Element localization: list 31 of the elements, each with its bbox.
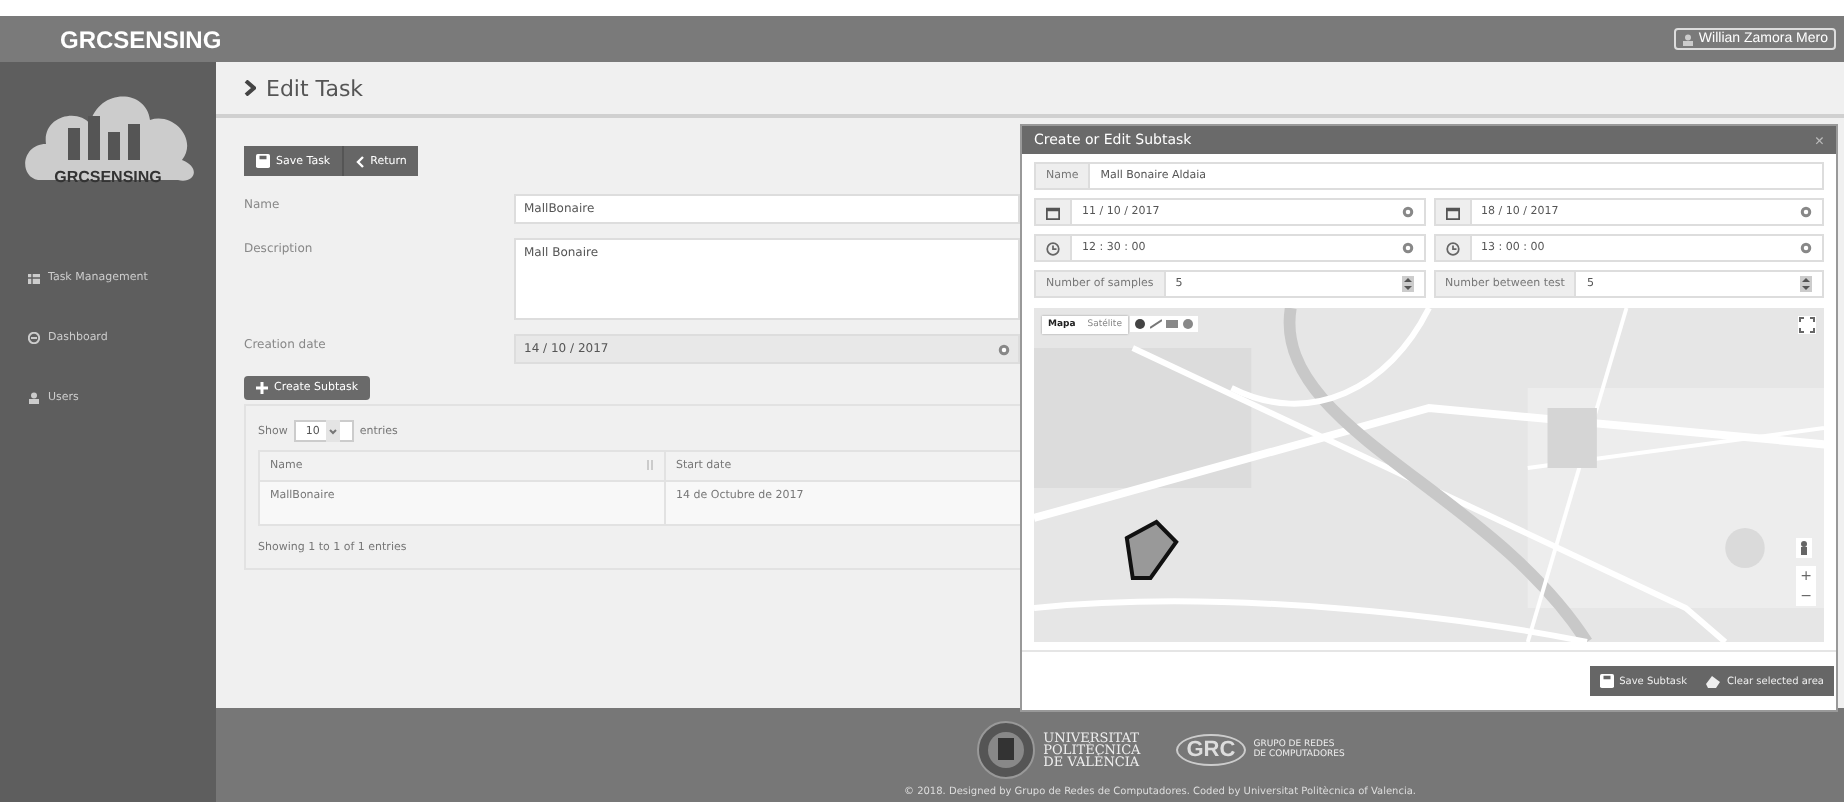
spinner-icon[interactable] bbox=[1800, 276, 1812, 293]
clear-icon[interactable] bbox=[1401, 242, 1413, 255]
caret-icon bbox=[325, 420, 340, 442]
clock-icon bbox=[1445, 241, 1459, 256]
clear-icon[interactable] bbox=[1401, 206, 1413, 219]
calendar-icon bbox=[1046, 205, 1060, 220]
clear-icon[interactable] bbox=[1800, 242, 1812, 255]
sort-icon bbox=[646, 460, 654, 470]
plus-icon bbox=[256, 382, 268, 394]
spinner-icon[interactable] bbox=[1401, 276, 1413, 293]
line-icon[interactable] bbox=[1150, 318, 1162, 331]
gauge-icon bbox=[28, 332, 40, 344]
circle-icon[interactable] bbox=[1182, 318, 1194, 331]
page-title: Edit Task bbox=[266, 75, 364, 101]
rectangle-icon[interactable] bbox=[1166, 318, 1178, 331]
table-icon bbox=[28, 273, 40, 283]
user-icon bbox=[1682, 33, 1695, 45]
eraser-icon bbox=[1706, 675, 1721, 688]
person-icon[interactable] bbox=[1796, 538, 1812, 559]
seal-icon bbox=[975, 720, 1036, 780]
brand-title: GRCSENSING bbox=[60, 25, 222, 53]
chevron-right-icon bbox=[244, 80, 256, 96]
clock-icon bbox=[1046, 241, 1060, 256]
grc-logo: GRC bbox=[1176, 734, 1246, 766]
chevron-left-icon bbox=[356, 155, 365, 167]
calendar-icon bbox=[1445, 205, 1459, 220]
user-icon bbox=[28, 392, 40, 404]
fullscreen-icon[interactable] bbox=[1798, 316, 1816, 335]
clear-icon[interactable] bbox=[1800, 206, 1812, 219]
save-icon bbox=[256, 154, 270, 168]
save-icon bbox=[1599, 674, 1614, 689]
